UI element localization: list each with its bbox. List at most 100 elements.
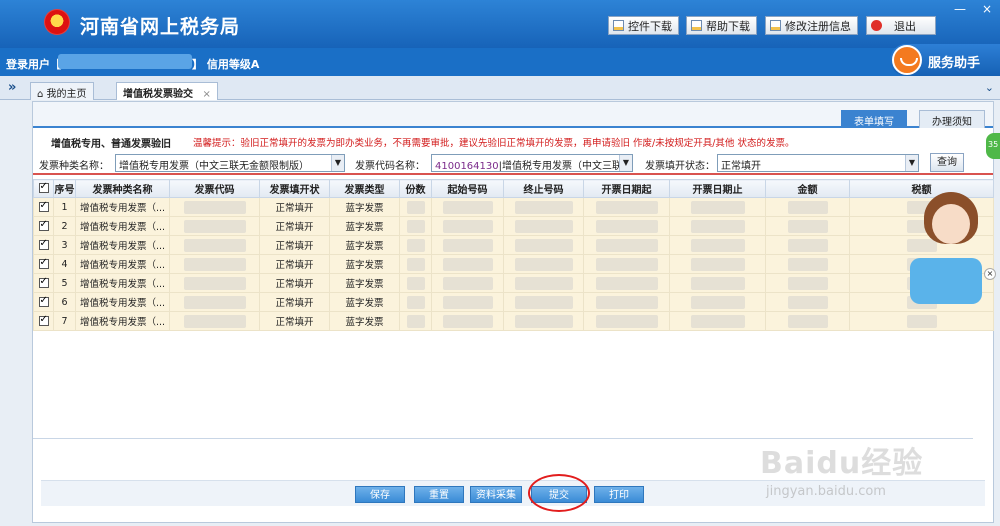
row-start-number (431, 254, 504, 274)
row-type-name: 增值税专用发票（... (75, 216, 170, 236)
row-select-cell[interactable] (33, 254, 54, 274)
row-end-number (503, 235, 584, 255)
chevron-down-icon: ▼ (905, 155, 918, 171)
invoice-type-select[interactable]: 增值税专用发票（中文三联无金额限制版） ▼ (115, 154, 345, 172)
row-status: 正常填开 (259, 216, 330, 236)
row-checkbox[interactable] (38, 314, 49, 326)
row-invoice-code (169, 292, 260, 312)
assistant-label: 服务助手 (928, 56, 981, 71)
table-row[interactable]: 4增值税专用发票（... 正常填开蓝字发票 (33, 254, 994, 274)
invoice-code-name: |增值税专用发票（中文三联无 (498, 161, 632, 172)
select-all-cell[interactable] (33, 179, 54, 198)
select-all-checkbox[interactable] (38, 181, 49, 193)
minimize-button[interactable]: — (954, 2, 966, 16)
assistant-avatar[interactable] (920, 190, 980, 250)
redacted-value (595, 295, 658, 309)
column-header: 序号 (53, 179, 76, 198)
invoice-code-select[interactable]: 4100164130|增值税专用发票（中文三联无 ▼ (431, 154, 633, 172)
row-status: 正常填开 (259, 292, 330, 312)
tab-active-label: 增值税发票验交 (123, 89, 193, 100)
redacted-value (787, 276, 828, 290)
watermark-logo: Baidu经验 (760, 446, 924, 481)
row-seq: 6 (53, 292, 76, 312)
row-checkbox[interactable] (38, 276, 49, 288)
subtab-instructions[interactable]: 办理须知 (919, 110, 985, 128)
print-button[interactable]: 打印 (594, 486, 644, 503)
edit-registration-button[interactable]: 修改注册信息 (765, 16, 858, 35)
row-invoice-code (169, 197, 260, 217)
home-icon: ⌂ (37, 89, 44, 100)
status-select[interactable]: 正常填开 ▼ (717, 154, 919, 172)
redacted-value (183, 219, 246, 233)
row-date-from (583, 216, 670, 236)
table-row[interactable]: 5增值税专用发票（... 正常填开蓝字发票 (33, 273, 994, 293)
row-type-name: 增值税专用发票（... (75, 197, 170, 217)
column-header: 终止号码 (503, 179, 584, 198)
row-select-cell[interactable] (33, 197, 54, 217)
redacted-value (183, 314, 246, 328)
tab-close-icon[interactable]: × (202, 89, 210, 100)
subtab-form-fill[interactable]: 表单填写 (841, 110, 907, 128)
filter-bar: 发票种类名称： 增值税专用发票（中文三联无金额限制版） ▼ 发票代码名称： 41… (33, 151, 993, 175)
row-select-cell[interactable] (33, 273, 54, 293)
row-checkbox[interactable] (38, 238, 49, 250)
row-end-number (503, 216, 584, 236)
row-amount (765, 292, 850, 312)
redacted-value (442, 219, 493, 233)
row-checkbox[interactable] (38, 257, 49, 269)
row-select-cell[interactable] (33, 311, 54, 331)
row-invoice-code (169, 235, 260, 255)
tab-home[interactable]: ⌂ 我的主页 (30, 82, 94, 100)
table-row[interactable]: 3增值税专用发票（... 正常填开蓝字发票 (33, 235, 994, 255)
user-bar: 登录用户【 】 信用等级A (0, 48, 1000, 76)
redacted-value (906, 314, 937, 328)
side-badge[interactable]: 35 (986, 133, 1000, 159)
chat-bubble[interactable] (910, 258, 982, 304)
table-row[interactable]: 1增值税专用发票（... 正常填开蓝字发票 (33, 197, 994, 217)
row-count (399, 292, 432, 312)
collapse-sidebar-icon[interactable]: » (8, 80, 16, 95)
row-type-name: 增值税专用发票（... (75, 254, 170, 274)
save-button[interactable]: 保存 (355, 486, 405, 503)
row-seq: 1 (53, 197, 76, 217)
redacted-value (406, 200, 425, 214)
redacted-value (787, 200, 828, 214)
row-checkbox[interactable] (38, 219, 49, 231)
query-button[interactable]: 查询 (930, 153, 964, 172)
redacted-value (787, 238, 828, 252)
help-download-button[interactable]: 帮助下载 (686, 16, 757, 35)
row-date-to (669, 254, 766, 274)
reset-button[interactable]: 重置 (414, 486, 464, 503)
row-type-name: 增值税专用发票（... (75, 292, 170, 312)
exit-button[interactable]: 退出 (866, 16, 936, 35)
tab-vat-invoice-check[interactable]: 增值税发票验交 × (116, 82, 218, 100)
row-invoice-kind: 蓝字发票 (329, 216, 400, 236)
row-start-number (431, 292, 504, 312)
row-amount (765, 273, 850, 293)
row-select-cell[interactable] (33, 216, 54, 236)
table-row[interactable]: 7增值税专用发票（... 正常填开蓝字发票 (33, 311, 994, 331)
edit-registration-label: 修改注册信息 (785, 19, 851, 33)
row-select-cell[interactable] (33, 292, 54, 312)
redacted-value (514, 219, 573, 233)
redacted-value (406, 276, 425, 290)
redacted-value (406, 238, 425, 252)
close-window-button[interactable]: × (982, 2, 992, 16)
app-header: 河南省网上税务局 控件下载 帮助下载 修改注册信息 退出 — × (0, 0, 1000, 48)
row-checkbox[interactable] (38, 295, 49, 307)
row-checkbox[interactable] (38, 200, 49, 212)
row-invoice-code (169, 273, 260, 293)
section-title: 增值税专用、普通发票验旧 (51, 139, 171, 150)
data-collect-button[interactable]: 资料采集 (470, 486, 522, 503)
service-assistant-button[interactable]: 服务助手 (890, 44, 1000, 76)
table-row[interactable]: 2增值税专用发票（... 正常填开蓝字发票 (33, 216, 994, 236)
control-download-button[interactable]: 控件下载 (608, 16, 679, 35)
table-row[interactable]: 6增值税专用发票（... 正常填开蓝字发票 (33, 292, 994, 312)
redacted-value (442, 314, 493, 328)
column-header: 开票日期止 (669, 179, 766, 198)
chat-close-icon[interactable]: × (984, 268, 996, 280)
row-select-cell[interactable] (33, 235, 54, 255)
row-invoice-kind: 蓝字发票 (329, 197, 400, 217)
tab-scroll-icon[interactable]: ⌄ (985, 81, 994, 94)
column-header: 发票代码 (169, 179, 260, 198)
